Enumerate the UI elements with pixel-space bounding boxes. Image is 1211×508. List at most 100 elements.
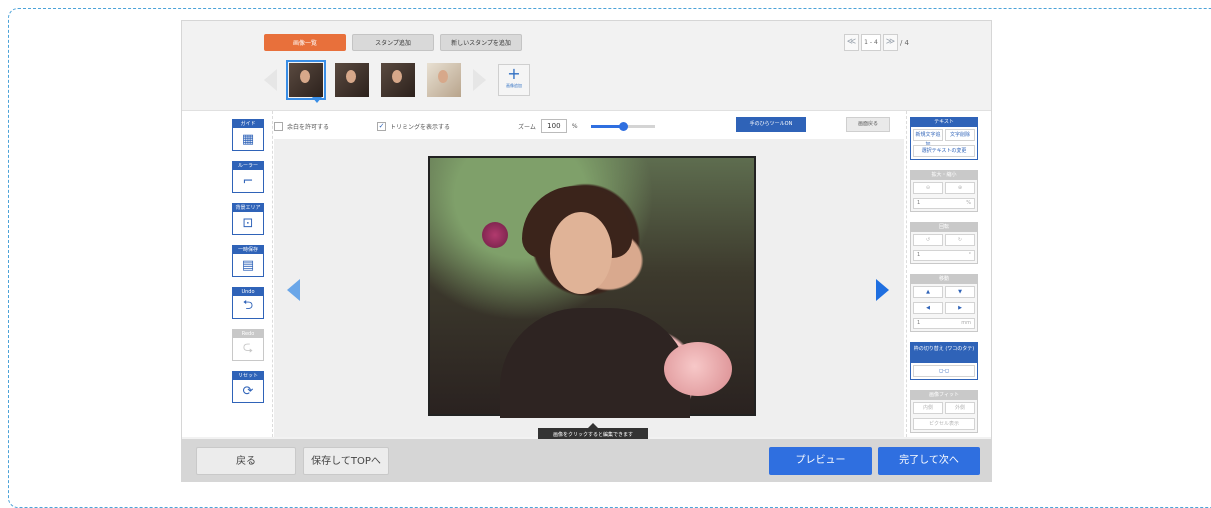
thumbnail-2[interactable] [335,63,369,97]
finish-next-button[interactable]: 完了して次へ [878,447,980,475]
tab-add-stamp[interactable]: スタンプ追加 [352,34,434,51]
panel-row: ↺ ↻ [911,232,977,248]
ruler-icon: ⌐ [242,173,254,189]
tool-label: Undo [233,288,263,296]
edit-photo[interactable] [428,156,756,418]
move-right-icon[interactable]: ▶ [945,302,975,314]
add-text-button[interactable]: 新規文字追加 [913,129,943,148]
preview-button[interactable]: プレビュー [769,447,872,475]
tool-label: 一時保存 [233,246,263,254]
rotate-unit: ° [968,252,972,258]
selected-caret [312,97,322,103]
undo-tool[interactable]: Undo ⮌ [232,287,264,319]
plus-icon: + [507,64,521,83]
temp-save-tool[interactable]: 一時保存 ▤ [232,245,264,277]
panel-title: 枠の切り替え (ワコのタテ) [911,343,977,363]
panel-title: 回転 [911,223,977,232]
rotate-right-icon[interactable]: ↻ [945,234,975,246]
zoom-control: ズーム 100 % [518,119,655,133]
guide-tool[interactable]: ガイド ▦ [232,119,264,151]
pager-total: / 4 [899,38,909,47]
tool-label: ルーラー [233,162,263,170]
thumbnail-3[interactable] [381,63,415,97]
reset-tool[interactable]: リセット ⟳ [232,371,264,403]
panel-row: ▲ ▼ [911,284,977,300]
pager-next-button[interactable]: ≫ [882,34,898,51]
panel-title: 画像フィット [911,391,977,400]
scale-panel: 拡大・縮小 ⊖ ⊕ 1% [910,170,978,212]
allow-margin-checkbox[interactable]: 余白を許可する [274,121,329,131]
prev-image-arrow[interactable] [287,279,300,301]
thumbnail-face [438,70,448,83]
tab-new-stamp[interactable]: 新しいスタンプを追加 [440,34,522,51]
thumbnail-strip: + 画像追加 [264,60,530,100]
panel-row: ◻-◻ [911,363,977,379]
checkbox-box [274,121,283,131]
thumbnail-4[interactable] [427,63,461,97]
ruler-tool[interactable]: ルーラー ⌐ [232,161,264,193]
hair-ornament [482,222,508,248]
move-left-icon[interactable]: ◀ [913,302,943,314]
panel-title: 拡大・縮小 [911,171,977,180]
zoom-in-icon[interactable]: ⊕ [945,182,975,194]
left-divider [272,111,273,437]
hand-tool-button[interactable]: 手のひらツールON [736,117,806,132]
scale-value: 1 [917,200,921,206]
save-icon: ▤ [241,257,255,273]
redo-tool[interactable]: Redo ⮎ [232,329,264,361]
tool-label: ガイド [233,120,263,128]
move-down-icon[interactable]: ▼ [945,286,975,298]
pager-prev-button[interactable]: ≪ [843,34,859,51]
thumbnail-face [392,70,402,83]
zoom-slider[interactable] [590,121,655,131]
fit-outer-button[interactable]: 外側 [945,402,975,414]
thumbnail-face [346,70,356,83]
tool-label: 背景エリア [233,204,263,212]
save-top-button[interactable]: 保存してTOPへ [303,447,389,475]
pixel-view-button[interactable]: ピクセル表示 [913,418,975,430]
next-image-arrow[interactable] [876,279,889,301]
photo-kimono [500,308,690,418]
options-bar: 余白を許可する ✓ トリミングを表示する ズーム 100 % [274,117,904,135]
scale-input[interactable]: 1% [913,198,975,209]
fit-inner-button[interactable]: 内側 [913,402,943,414]
move-up-icon[interactable]: ▲ [913,286,943,298]
move-value: 1 [917,320,921,326]
rotate-panel: 回転 ↺ ↻ 1 ° [910,222,978,264]
strip-next-arrow[interactable] [473,69,486,91]
rotate-input[interactable]: 1 ° [913,250,975,261]
zoom-out-icon[interactable]: ⊖ [913,182,943,194]
strip-prev-arrow[interactable] [264,69,277,91]
scale-unit: % [966,200,971,206]
redo-icon: ⮎ [242,340,254,355]
zoom-unit: % [571,122,578,130]
rotate-left-icon[interactable]: ↺ [913,234,943,246]
zoom-input[interactable]: 100 [540,119,567,133]
top-tabs: 画像一覧 スタンプ追加 新しいスタンプを追加 [264,34,522,51]
tool-label: Redo [233,330,263,338]
tab-image-list[interactable]: 画像一覧 [264,34,346,51]
trimming-checkbox[interactable]: ✓ トリミングを表示する [377,121,451,131]
frame-panel: 枠の切り替え (ワコのタテ) ◻-◻ [910,342,978,380]
reset-icon: ⟳ [242,383,254,399]
photo-editor-app: 画像一覧 スタンプ追加 新しいスタンプを追加 ≪ 1 - 4 ≫ / 4 + 画… [181,20,992,482]
move-input[interactable]: 1 mm [913,318,975,329]
background-area-tool[interactable]: 背景エリア ⊡ [232,203,264,235]
zoom-slider-fill [590,124,623,128]
tool-label: リセット [233,372,263,380]
panel-row: 内側 外側 [911,400,977,416]
frame-toggle-icon[interactable]: ◻-◻ [913,365,975,377]
zoom-slider-knob[interactable] [618,121,628,131]
grid-icon: ▦ [241,131,255,147]
move-unit: mm [961,320,971,326]
thumbnail-1[interactable] [286,60,326,100]
trimming-label: トリミングを表示する [390,123,451,131]
pager-current: 1 - 4 [860,34,881,51]
bottom-bar: 戻る 保存してTOPへ プレビュー 完了して次へ [182,439,991,482]
back-button[interactable]: 戻る [196,447,296,475]
screen-back-button[interactable]: 画面戻る [846,117,890,132]
delete-text-button[interactable]: 文字削除 [945,129,975,141]
add-image-button[interactable]: + 画像追加 [498,64,530,96]
change-text-button[interactable]: 選択テキストの変更 [913,145,975,157]
panel-row: ⊖ ⊕ [911,180,977,196]
